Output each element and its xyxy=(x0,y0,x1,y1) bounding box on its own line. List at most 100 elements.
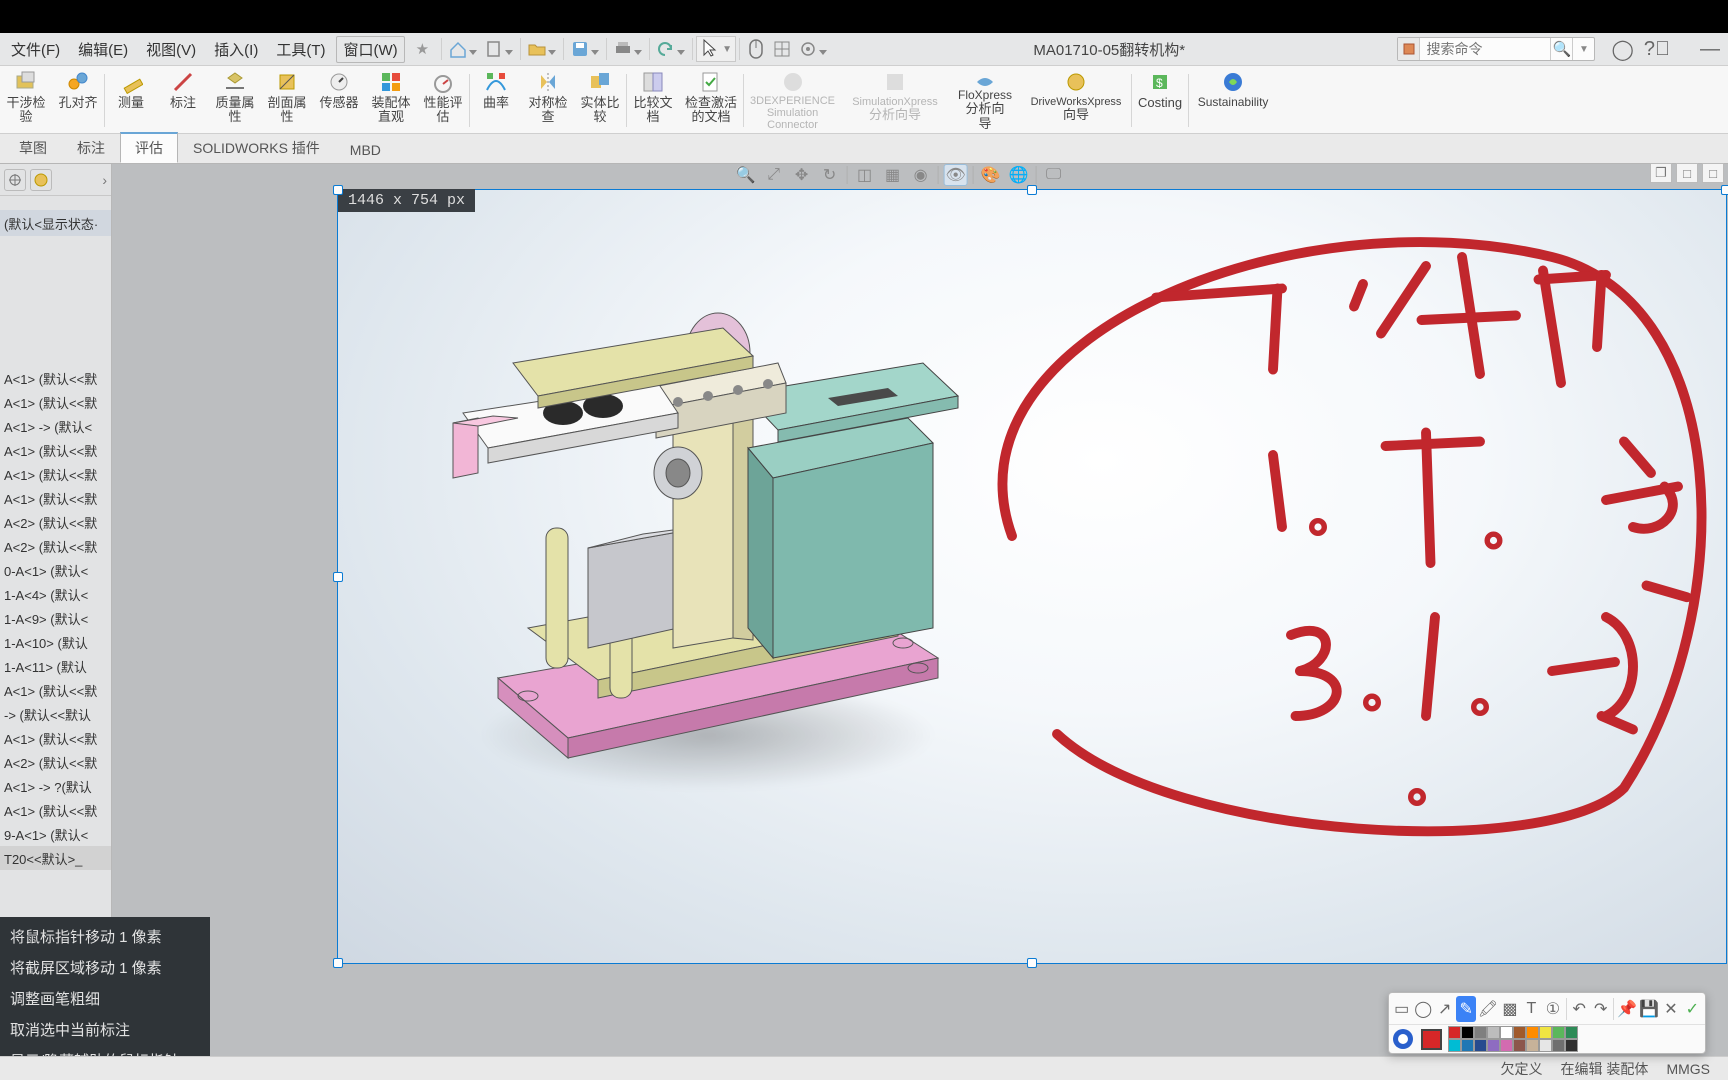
color-swatch[interactable] xyxy=(1461,1039,1474,1052)
rb-curvature[interactable]: 曲率 xyxy=(470,68,522,133)
rb-symcheck[interactable]: 对称检查 xyxy=(522,68,574,133)
handle-w[interactable] xyxy=(333,572,343,582)
search-box[interactable]: 🔍 ▼ xyxy=(1397,37,1595,61)
color-swatch[interactable] xyxy=(1448,1039,1461,1052)
color-swatch[interactable] xyxy=(1513,1039,1526,1052)
tab-evaluate[interactable]: 评估 xyxy=(120,132,178,163)
handle-sw[interactable] xyxy=(333,958,343,968)
rb-costing[interactable]: $Costing xyxy=(1132,68,1188,133)
new-doc-icon[interactable] xyxy=(481,36,507,62)
color-swatch[interactable] xyxy=(1500,1026,1513,1039)
snip-arrow-icon[interactable]: ↗ xyxy=(1435,996,1454,1022)
menu-edit[interactable]: 编辑(E) xyxy=(69,35,137,64)
hud-rotate-icon[interactable]: ↻ xyxy=(818,164,842,186)
color-swatch[interactable] xyxy=(1565,1026,1578,1039)
grid-icon[interactable] xyxy=(769,36,795,62)
vp-close-icon[interactable]: □ xyxy=(1702,163,1724,183)
menu-insert[interactable]: 插入(I) xyxy=(205,35,267,64)
tree-item[interactable]: 9-A<1> (默认< xyxy=(0,822,111,846)
snip-undo-icon[interactable]: ↶ xyxy=(1569,996,1588,1022)
capture-selection[interactable]: 1446 x 754 px xyxy=(337,189,1727,964)
cursor-mode[interactable]: ▼ xyxy=(696,36,736,62)
tab-markup[interactable]: 标注 xyxy=(62,133,120,163)
rb-asmvis[interactable]: 装配体直观 xyxy=(365,68,417,133)
hud-pan-icon[interactable]: ✥ xyxy=(790,164,814,186)
rb-massprops[interactable]: 质量属性 xyxy=(209,68,261,133)
color-swatch[interactable] xyxy=(1552,1039,1565,1052)
tree-item[interactable]: A<1> -> ?(默认 xyxy=(0,774,111,798)
color-swatch[interactable] xyxy=(1539,1026,1552,1039)
color-swatch[interactable] xyxy=(1565,1039,1578,1052)
tree-item[interactable]: 1-A<10> (默认 xyxy=(0,630,111,654)
color-swatch[interactable] xyxy=(1474,1026,1487,1039)
brush-size-dot[interactable] xyxy=(1393,1029,1413,1049)
tree-item[interactable]: A<1> (默认<<默 xyxy=(0,390,111,414)
snip-save-icon[interactable]: 💾 xyxy=(1639,996,1659,1022)
tree-item[interactable]: A<1> -> (默认< xyxy=(0,414,111,438)
handle-nw[interactable] xyxy=(333,185,343,195)
rb-inspect[interactable]: 干涉检验 xyxy=(0,68,52,133)
search-input[interactable] xyxy=(1420,41,1550,57)
hud-appearance-icon[interactable]: 🎨 xyxy=(979,164,1003,186)
color-swatch[interactable] xyxy=(1487,1026,1500,1039)
handle-ne[interactable] xyxy=(1721,185,1728,195)
save-icon[interactable] xyxy=(567,36,593,62)
color-swatch[interactable] xyxy=(1526,1026,1539,1039)
tree-item[interactable]: A<1> (默认<<默 xyxy=(0,726,111,750)
hud-display-icon[interactable]: ◉ xyxy=(909,164,933,186)
snip-marker-icon[interactable]: 🖍 xyxy=(1478,996,1498,1022)
hud-zoom-icon[interactable]: 🔍 xyxy=(734,164,758,186)
rb-measure[interactable]: 测量 xyxy=(105,68,157,133)
tree-filter-icon[interactable] xyxy=(4,169,26,191)
mouse-icon[interactable] xyxy=(743,36,769,62)
handle-n[interactable] xyxy=(1027,185,1037,195)
snip-number-icon[interactable]: ① xyxy=(1543,996,1562,1022)
rb-flox[interactable]: FloXpress分析向导 xyxy=(949,68,1021,133)
hud-section-icon[interactable]: ◫ xyxy=(853,164,877,186)
search-dropdown-icon[interactable]: ▼ xyxy=(1572,38,1594,60)
tree-item[interactable]: T20<<默认>_ xyxy=(0,846,111,870)
open-icon[interactable] xyxy=(524,36,550,62)
gear-icon[interactable] xyxy=(795,36,821,62)
menu-tools[interactable]: 工具(T) xyxy=(267,35,334,64)
tree-item[interactable]: A<1> (默认<<默 xyxy=(0,366,111,390)
rb-compare[interactable]: 实体比较 xyxy=(574,68,626,133)
tree-item[interactable]: 0-A<1> (默认< xyxy=(0,558,111,582)
rb-markup[interactable]: 标注 xyxy=(157,68,209,133)
snip-pin-icon[interactable]: 📌 xyxy=(1617,996,1637,1022)
hud-eye-icon[interactable]: 👁 xyxy=(944,164,968,186)
menu-pin[interactable]: ★ xyxy=(407,36,438,62)
menu-view[interactable]: 视图(V) xyxy=(137,35,205,64)
rb-hole[interactable]: 孔对齐 xyxy=(52,68,104,133)
rb-compdoc[interactable]: 比较文档 xyxy=(627,68,679,133)
snip-text-icon[interactable]: T xyxy=(1522,996,1541,1022)
search-icon[interactable]: 🔍 xyxy=(1550,38,1572,60)
tree-item[interactable]: 1-A<11> (默认 xyxy=(0,654,111,678)
tree-item[interactable]: A<1> (默认<<默 xyxy=(0,462,111,486)
tab-mbd[interactable]: MBD xyxy=(335,137,396,163)
current-color-swatch[interactable] xyxy=(1421,1029,1442,1050)
tree-item[interactable]: 1-A<9> (默认< xyxy=(0,606,111,630)
vp-restore-icon[interactable]: ❐ xyxy=(1650,163,1672,183)
rb-sustain[interactable]: Sustainability xyxy=(1189,68,1277,133)
tree-item[interactable]: A<2> (默认<<默 xyxy=(0,750,111,774)
tab-plugins[interactable]: SOLIDWORKS 插件 xyxy=(178,133,335,163)
print-icon[interactable] xyxy=(610,36,636,62)
hud-render-icon[interactable]: 🖵 xyxy=(1042,164,1066,186)
display-state[interactable]: (默认<显示状态· xyxy=(0,210,111,236)
color-swatch[interactable] xyxy=(1474,1039,1487,1052)
status-units[interactable]: MMGS xyxy=(1666,1061,1710,1077)
hud-scene-icon[interactable]: 🌐 xyxy=(1007,164,1031,186)
help-icon[interactable]: ?⃝ xyxy=(1644,38,1670,61)
tree-sphere-icon[interactable] xyxy=(30,169,52,191)
color-swatch[interactable] xyxy=(1500,1039,1513,1052)
color-swatch[interactable] xyxy=(1513,1026,1526,1039)
rb-perfeval[interactable]: 性能评估 xyxy=(417,68,469,133)
tree-item[interactable]: 1-A<4> (默认< xyxy=(0,582,111,606)
rb-sensor[interactable]: 传感器 xyxy=(313,68,365,133)
tree-item[interactable]: -> (默认<<默认 xyxy=(0,702,111,726)
color-swatch[interactable] xyxy=(1526,1039,1539,1052)
color-swatch[interactable] xyxy=(1539,1039,1552,1052)
snip-mosaic-icon[interactable]: ▩ xyxy=(1500,996,1519,1022)
snip-confirm-icon[interactable]: ✓ xyxy=(1683,996,1702,1022)
